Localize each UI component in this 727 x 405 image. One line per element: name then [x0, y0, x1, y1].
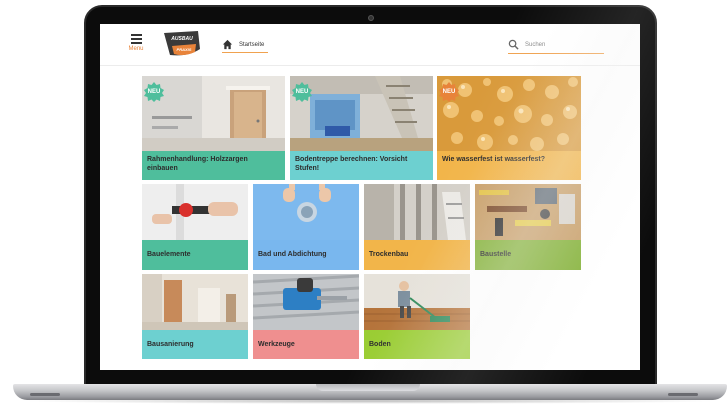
tile-caption: Trockenbau: [364, 240, 470, 270]
laptop-mockup: Menu AUSBAU PRAXIS Startseite Suchen Rah…: [0, 0, 727, 405]
tile-caption: Bauelemente: [142, 240, 248, 270]
category-tile-bausanierung[interactable]: Bausanierung: [142, 274, 248, 359]
svg-text:AUSBAU: AUSBAU: [170, 36, 193, 42]
article-tile-wasserfest[interactable]: Wie wasserfest ist wasserfest? NEU: [437, 76, 581, 180]
menu-button[interactable]: Menu: [124, 32, 148, 52]
svg-text:PRAXIS: PRAXIS: [177, 47, 192, 52]
tile-image-drywall: [364, 184, 470, 240]
search-placeholder: Suchen: [525, 41, 546, 48]
ausbau-praxis-logo[interactable]: AUSBAU PRAXIS: [162, 29, 202, 59]
article-tile-holzzargen[interactable]: Rahmenhandlung: Holzzargen einbauen NEU: [142, 76, 285, 180]
home-icon: [222, 39, 233, 50]
home-label: Startseite: [239, 41, 265, 48]
tile-caption: Wie wasserfest ist wasserfest?: [437, 151, 581, 180]
new-badge-label: NEU: [295, 89, 309, 95]
laptop-notch: [316, 384, 420, 391]
new-badge-label: NEU: [147, 89, 161, 95]
tile-image-door-hardware: [142, 184, 248, 240]
category-tile-baustelle[interactable]: Baustelle: [475, 184, 581, 270]
tile-image-drain: [253, 184, 359, 240]
breadcrumb-home[interactable]: Startseite: [222, 37, 269, 53]
new-badge: NEU: [439, 82, 459, 102]
tile-image-saw: [253, 274, 359, 330]
tile-image-renovation-room: [142, 274, 248, 330]
laptop-foot: [30, 393, 60, 396]
tile-image-floor-sanding: [364, 274, 470, 330]
site-header: Menu AUSBAU PRAXIS Startseite Suchen: [100, 24, 640, 66]
tile-caption: Rahmenhandlung: Holzzargen einbauen: [142, 151, 285, 180]
category-tile-trockenbau[interactable]: Trockenbau: [364, 184, 470, 270]
tile-caption: Boden: [364, 330, 470, 359]
new-badge-label: NEU: [442, 89, 456, 95]
category-tile-werkzeuge[interactable]: Werkzeuge: [253, 274, 359, 359]
screen: Menu AUSBAU PRAXIS Startseite Suchen Rah…: [100, 24, 640, 370]
tile-caption: Bodentreppe berechnen: Vorsicht Stufen!: [290, 151, 433, 180]
category-tile-boden[interactable]: Boden: [364, 274, 470, 359]
camera-icon: [368, 15, 374, 21]
article-tile-bodentreppe[interactable]: Bodentreppe berechnen: Vorsicht Stufen! …: [290, 76, 433, 180]
category-tile-bauelemente[interactable]: Bauelemente: [142, 184, 248, 270]
tile-image-tools-on-wood: [475, 184, 581, 240]
tile-caption: Bausanierung: [142, 330, 248, 359]
tile-caption: Bad und Abdichtung: [253, 240, 359, 270]
hamburger-icon-bar: [130, 38, 142, 40]
search-icon: [508, 39, 519, 50]
new-badge: NEU: [292, 82, 312, 102]
tile-caption: Werkzeuge: [253, 330, 359, 359]
hamburger-icon-bar: [130, 42, 142, 44]
menu-label: Menu: [128, 46, 144, 52]
laptop-foot: [668, 393, 698, 396]
search-input[interactable]: Suchen: [508, 36, 604, 54]
new-badge: NEU: [144, 82, 164, 102]
tile-caption: Baustelle: [475, 240, 581, 270]
hamburger-icon: [130, 34, 142, 36]
category-tile-bad-und-abdichtung[interactable]: Bad und Abdichtung: [253, 184, 359, 270]
